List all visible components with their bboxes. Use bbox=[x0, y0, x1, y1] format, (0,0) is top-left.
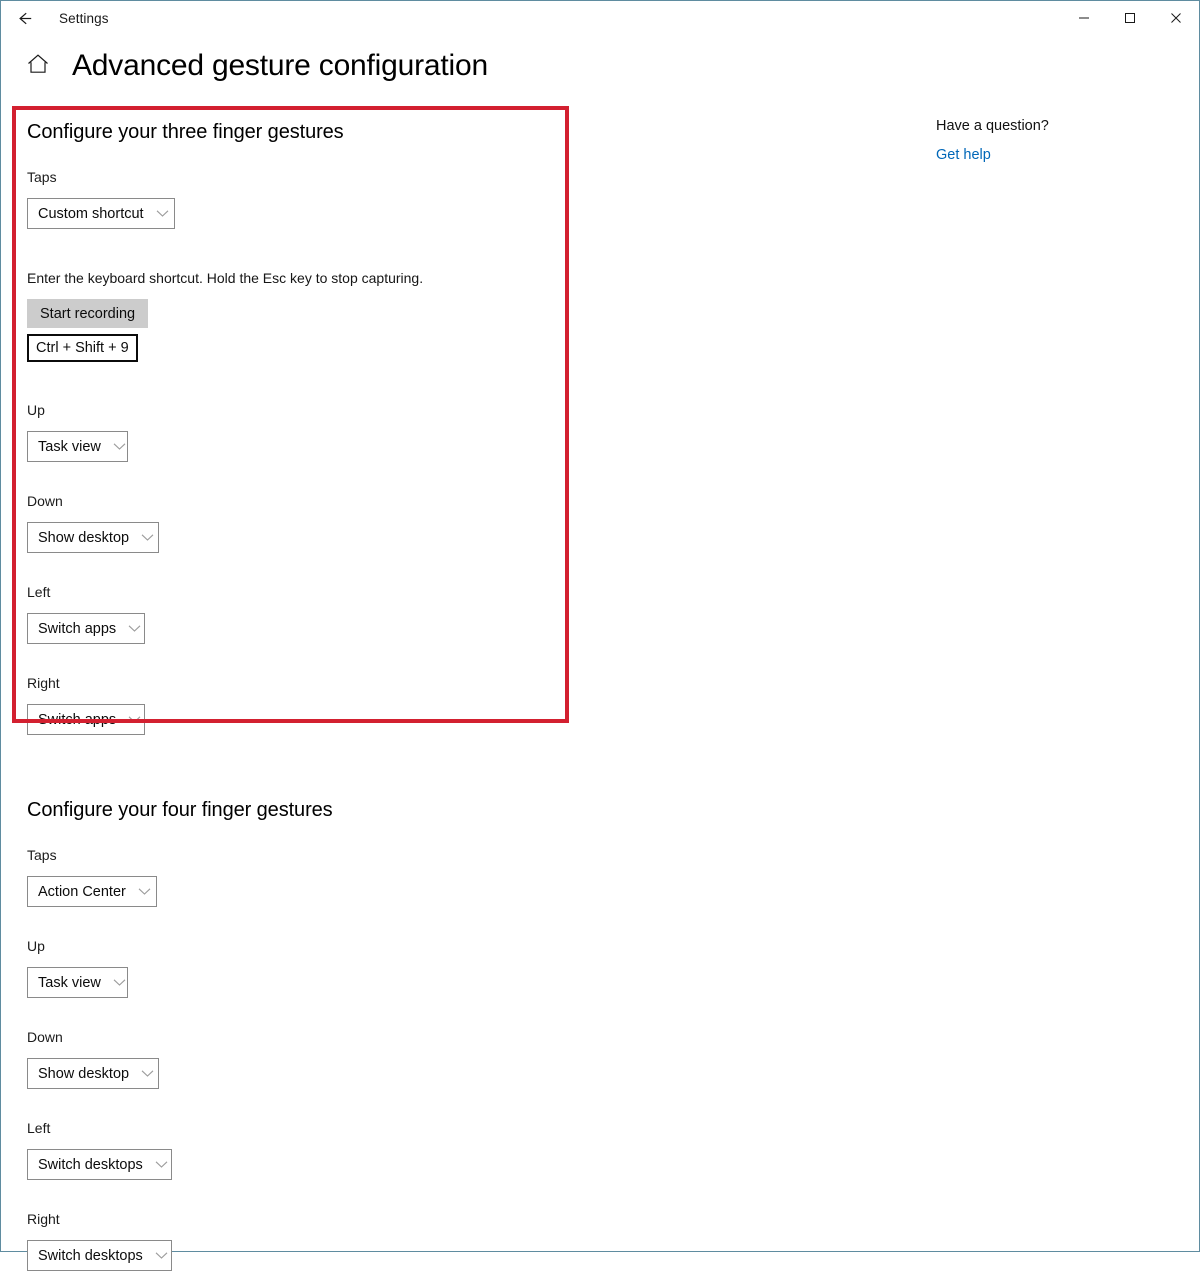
three-finger-up-value: Task view bbox=[38, 438, 101, 455]
four-finger-up-dropdown[interactable]: Task view bbox=[27, 967, 128, 998]
shortcut-value-field[interactable]: Ctrl + Shift + 9 bbox=[27, 334, 138, 362]
three-finger-down-label: Down bbox=[27, 493, 63, 509]
three-finger-taps-dropdown[interactable]: Custom shortcut bbox=[27, 198, 175, 229]
four-finger-taps-value: Action Center bbox=[38, 883, 126, 900]
four-finger-heading: Configure your four finger gestures bbox=[27, 799, 333, 821]
three-finger-down-value: Show desktop bbox=[38, 529, 130, 546]
three-finger-right-value: Switch apps bbox=[38, 711, 117, 728]
minimize-icon bbox=[1078, 12, 1090, 24]
three-finger-left-value: Switch apps bbox=[38, 620, 117, 637]
get-help-link[interactable]: Get help bbox=[936, 147, 991, 163]
maximize-icon bbox=[1124, 12, 1136, 24]
help-heading: Have a question? bbox=[936, 118, 1049, 134]
four-finger-down-dropdown[interactable]: Show desktop bbox=[27, 1058, 159, 1089]
four-finger-right-value: Switch desktops bbox=[38, 1247, 143, 1264]
four-finger-right-label: Right bbox=[27, 1211, 60, 1227]
three-finger-left-label: Left bbox=[27, 584, 51, 600]
three-finger-right-dropdown[interactable]: Switch apps bbox=[27, 704, 145, 735]
three-finger-heading: Configure your three finger gestures bbox=[27, 121, 344, 143]
chevron-down-icon bbox=[128, 715, 141, 724]
four-finger-taps-dropdown[interactable]: Action Center bbox=[27, 876, 157, 907]
three-finger-taps-value: Custom shortcut bbox=[38, 205, 144, 222]
start-recording-button[interactable]: Start recording bbox=[27, 299, 149, 328]
four-finger-down-value: Show desktop bbox=[38, 1065, 130, 1082]
title-bar: Settings bbox=[1, 1, 1199, 36]
four-finger-right-dropdown[interactable]: Switch desktops bbox=[27, 1240, 172, 1271]
four-finger-down-label: Down bbox=[27, 1029, 63, 1045]
chevron-down-icon bbox=[156, 209, 169, 218]
three-finger-section: Configure your three finger gestures Tap… bbox=[27, 121, 587, 735]
back-arrow-icon bbox=[15, 9, 34, 28]
window-controls bbox=[1061, 1, 1199, 35]
three-finger-taps-label: Taps bbox=[27, 169, 57, 185]
settings-window: Settings Advanced gesture configuration … bbox=[0, 0, 1200, 1271]
three-finger-right-label: Right bbox=[27, 675, 60, 691]
home-icon bbox=[26, 52, 50, 81]
three-finger-up-dropdown[interactable]: Task view bbox=[27, 431, 128, 462]
close-button[interactable] bbox=[1153, 1, 1199, 35]
home-button[interactable] bbox=[17, 52, 59, 81]
chevron-down-icon bbox=[141, 1069, 154, 1078]
chevron-down-icon bbox=[113, 978, 126, 987]
chevron-down-icon bbox=[138, 887, 151, 896]
chevron-down-icon bbox=[155, 1251, 168, 1260]
four-finger-taps-label: Taps bbox=[27, 847, 57, 863]
titlebar-title: Settings bbox=[59, 11, 109, 26]
help-pane: Have a question? Get help bbox=[936, 119, 1166, 164]
three-finger-up-label: Up bbox=[27, 402, 45, 418]
chevron-down-icon bbox=[155, 1160, 168, 1169]
three-finger-left-dropdown[interactable]: Switch apps bbox=[27, 613, 145, 644]
shortcut-hint: Enter the keyboard shortcut. Hold the Es… bbox=[27, 270, 424, 286]
page-title: Advanced gesture configuration bbox=[72, 49, 488, 82]
four-finger-left-dropdown[interactable]: Switch desktops bbox=[27, 1149, 172, 1180]
page-header: Advanced gesture configuration bbox=[1, 49, 488, 83]
four-finger-up-value: Task view bbox=[38, 974, 101, 991]
three-finger-down-dropdown[interactable]: Show desktop bbox=[27, 522, 159, 553]
four-finger-section: Configure your four finger gestures Taps… bbox=[27, 799, 587, 1271]
chevron-down-icon bbox=[141, 533, 154, 542]
chevron-down-icon bbox=[113, 442, 126, 451]
four-finger-up-label: Up bbox=[27, 938, 45, 954]
close-icon bbox=[1170, 12, 1182, 24]
back-button[interactable] bbox=[1, 2, 47, 36]
minimize-button[interactable] bbox=[1061, 1, 1107, 35]
chevron-down-icon bbox=[128, 624, 141, 633]
settings-content: Configure your three finger gestures Tap… bbox=[27, 121, 587, 1271]
maximize-button[interactable] bbox=[1107, 1, 1153, 35]
four-finger-left-label: Left bbox=[27, 1120, 51, 1136]
four-finger-left-value: Switch desktops bbox=[38, 1156, 143, 1173]
